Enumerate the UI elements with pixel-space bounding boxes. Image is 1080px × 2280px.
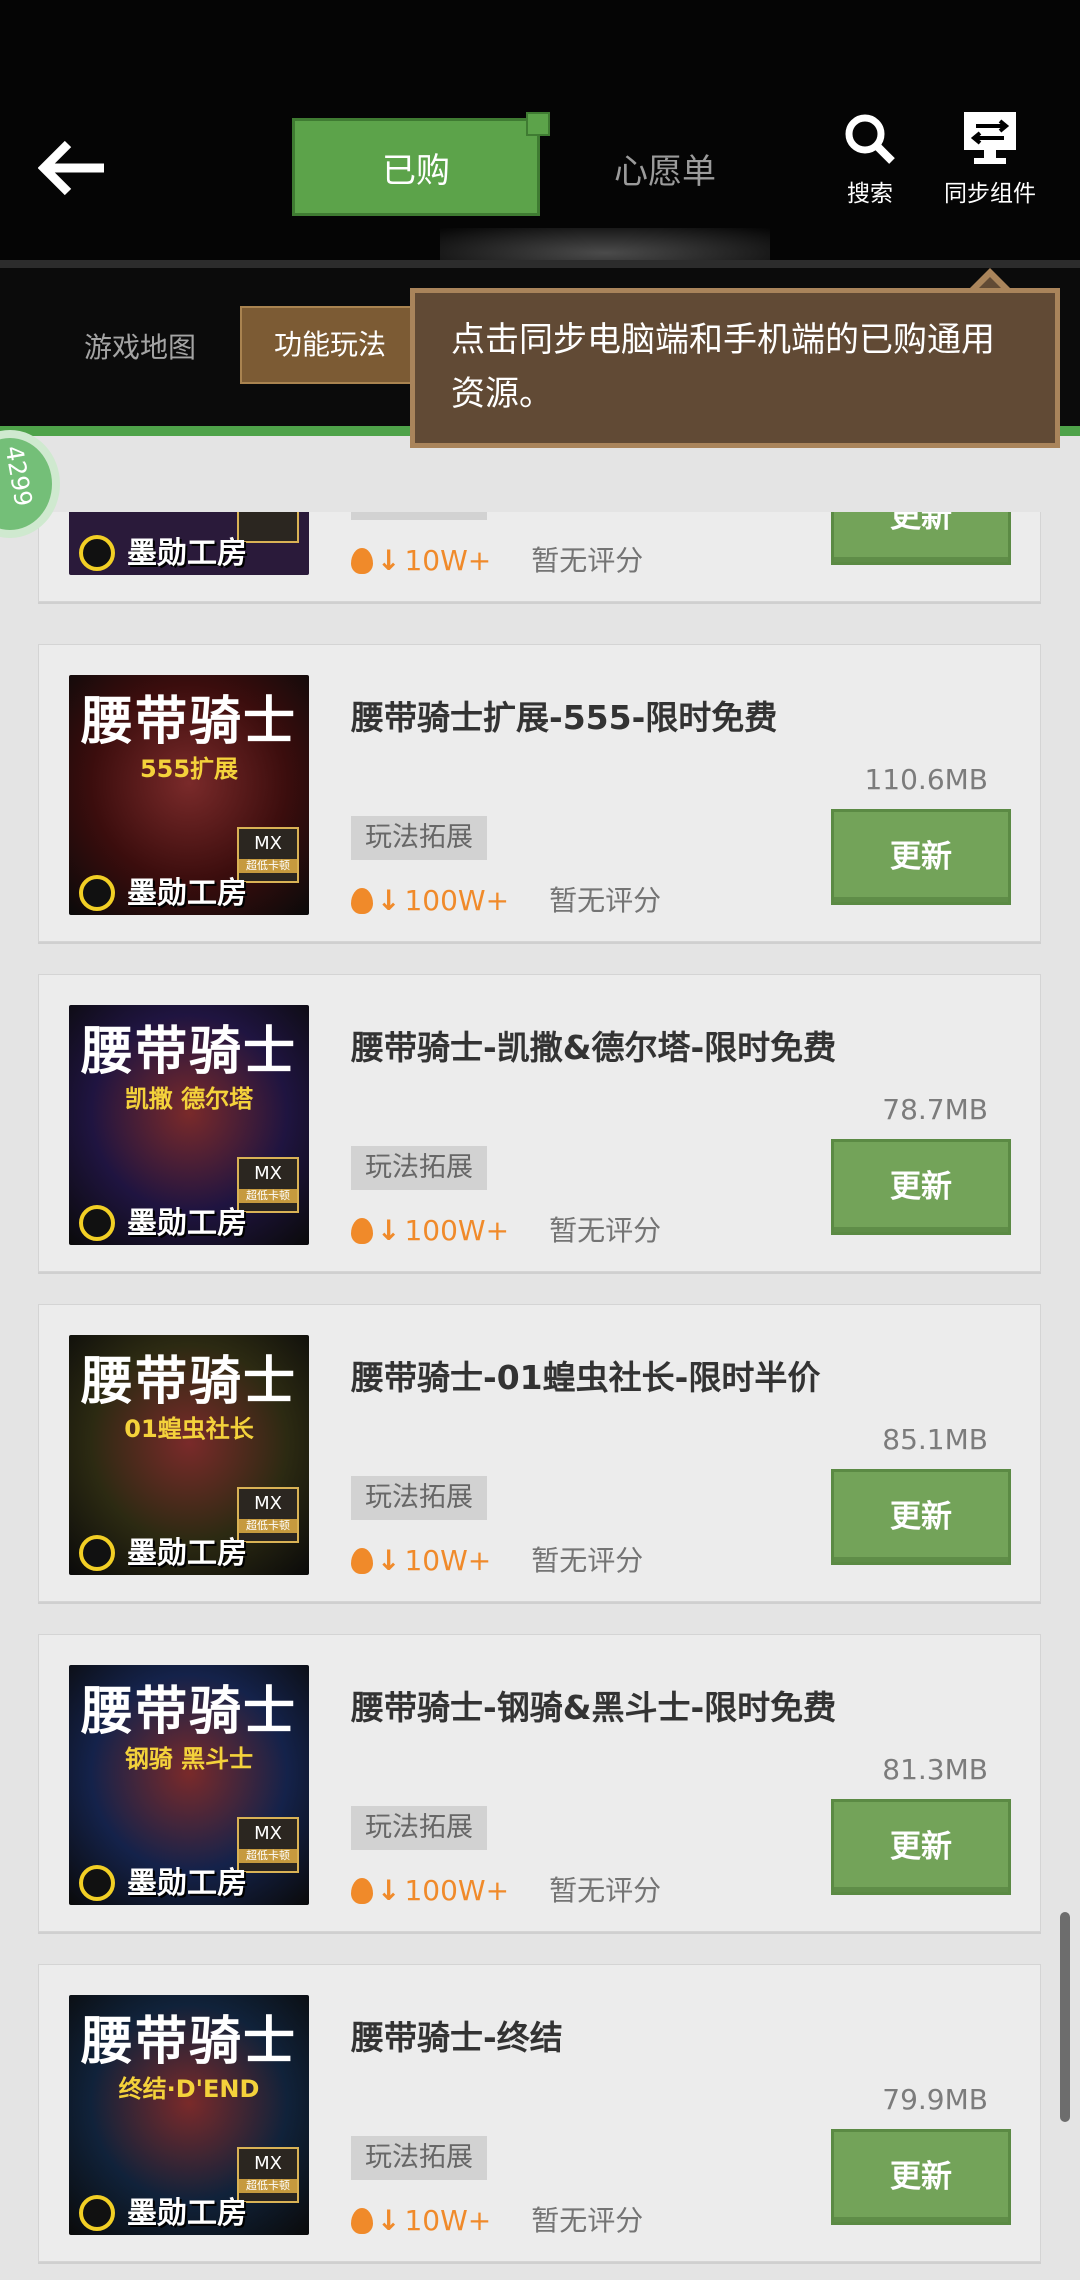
item-size: 85.1MB — [882, 1423, 988, 1456]
item-thumbnail: 腰带骑士 终结·D'END MX 超低卡顿 墨勋工房 — [69, 1995, 309, 2235]
purchased-list[interactable]: MX 墨勋工房 玩法拓展 ↓10W+暂无评分 更新 腰带骑士 555扩展 MX超… — [0, 512, 1080, 2280]
item-size: 78.7MB — [882, 1093, 988, 1126]
thumb-subtitle: 钢骑 黑斗士 — [124, 1745, 254, 1773]
item-thumbnail: 腰带骑士 凯撒 德尔塔 MX 超低卡顿 墨勋工房 — [69, 1005, 309, 1245]
item-title: 腰带骑士-终结 — [351, 2018, 563, 2057]
tooltip-line-2: 资源。 — [451, 374, 553, 414]
item-stats: ↓ 100W+ 暂无评分 — [351, 1211, 661, 1251]
item-downloads: 10W+ — [404, 1544, 492, 1577]
thumb-subtitle: 凯撒 德尔塔 — [124, 1085, 254, 1113]
scrollbar[interactable] — [1060, 1912, 1070, 2122]
item-rating: 暂无评分 — [531, 2204, 644, 2237]
item-tag: 玩法拓展 — [351, 816, 487, 860]
list-item[interactable]: 腰带骑士 凯撒 德尔塔 MX 超低卡顿 墨勋工房 腰带骑士-凯撒&德尔塔-限时免费… — [38, 974, 1041, 1272]
tab-corner-decoration — [526, 112, 550, 136]
item-stats: ↓ 10W+ 暂无评分 — [351, 2201, 643, 2241]
sync-label: 同步组件 — [944, 181, 1036, 207]
item-thumbnail: 腰带骑士 钢骑 黑斗士 MX 超低卡顿 墨勋工房 — [69, 1665, 309, 1905]
fire-icon — [351, 1878, 373, 1904]
update-button[interactable]: 更新 — [831, 2129, 1011, 2225]
fire-icon — [351, 2208, 373, 2234]
item-tag: 玩法拓展 — [351, 1146, 487, 1190]
item-title: 腰带骑士-钢骑&黑斗士-限时免费 — [351, 1688, 837, 1727]
thumb-title: 腰带骑士 — [80, 1682, 297, 1742]
tab-purchased[interactable]: 已购 — [292, 118, 540, 216]
list-item-partial[interactable]: MX 墨勋工房 玩法拓展 ↓10W+ 暂无评分 更新 — [38, 512, 1041, 602]
brand-logo: 墨勋工房 — [75, 1533, 275, 1575]
list-item[interactable]: 腰带骑士 钢骑 黑斗士 MX 超低卡顿 墨勋工房 腰带骑士-钢骑&黑斗士-限时免费… — [38, 1634, 1041, 1932]
list-item[interactable]: 腰带骑士 终结·D'END MX 超低卡顿 墨勋工房 腰带骑士-终结 79.9MB… — [38, 1964, 1041, 2262]
sync-monitor-icon — [964, 112, 1016, 164]
tooltip-line-1: 点击同步电脑端和手机端的已购通用 — [451, 320, 995, 360]
item-downloads: 100W+ — [404, 1214, 510, 1247]
tab-wishlist[interactable]: 心愿单 — [600, 138, 730, 198]
brand-logo: 墨勋工房 — [75, 1863, 275, 1905]
thumb-title: 腰带骑士 — [80, 2012, 297, 2072]
list-item[interactable]: 腰带骑士 01蝗虫社长 MX 超低卡顿 墨勋工房 腰带骑士-01蝗虫社长-限时半价… — [38, 1304, 1041, 1602]
search-button[interactable]: 搜索 — [805, 110, 935, 208]
thumb-subtitle: 01蝗虫社长 — [124, 1415, 254, 1443]
item-thumbnail: 腰带骑士 555扩展 MX 超低卡顿 墨勋工房 — [69, 675, 309, 915]
thumb-subtitle: 555扩展 — [139, 755, 239, 783]
item-thumbnail: 腰带骑士 01蝗虫社长 MX 超低卡顿 墨勋工房 — [69, 1335, 309, 1575]
item-stats: ↓ 10W+ 暂无评分 — [351, 1541, 643, 1581]
header-divider — [0, 260, 1080, 268]
fire-icon — [351, 1548, 373, 1574]
item-size: 81.3MB — [882, 1753, 988, 1786]
download-arrow-icon: ↓ — [377, 544, 401, 577]
update-button[interactable]: 更新 — [831, 512, 1011, 565]
thumb-title: 腰带骑士 — [80, 1352, 297, 1412]
item-size: 110.6MB — [864, 763, 988, 796]
filter-game-map[interactable]: 游戏地图 — [60, 325, 220, 370]
search-icon — [845, 114, 895, 164]
update-button[interactable]: 更新 — [831, 1469, 1011, 1565]
download-arrow-icon: ↓ — [377, 1874, 401, 1907]
download-arrow-icon: ↓ — [377, 1544, 401, 1577]
back-arrow-icon[interactable] — [38, 138, 108, 198]
item-title: 腰带骑士-01蝗虫社长-限时半价 — [351, 1358, 821, 1397]
filter-gameplay[interactable]: 功能玩法 — [240, 306, 420, 384]
item-rating: 暂无评分 — [549, 1214, 662, 1247]
fire-icon — [351, 888, 373, 914]
item-downloads: 100W+ — [404, 884, 510, 917]
fire-icon — [351, 1218, 373, 1244]
item-downloads: 10W+ — [404, 544, 492, 577]
floating-badge-label: 4299 — [0, 443, 38, 509]
item-tag: 玩法拓展 — [351, 1806, 487, 1850]
item-title: 腰带骑士扩展-555-限时免费 — [351, 698, 778, 737]
thumb-subtitle: 终结·D'END — [118, 2075, 260, 2103]
brand-logo: 墨勋工房 — [75, 873, 275, 915]
thumb-title: 腰带骑士 — [80, 1022, 297, 1082]
item-size: 79.9MB — [882, 2083, 988, 2116]
fire-icon — [351, 548, 373, 574]
sync-components-button[interactable]: 同步组件 — [925, 110, 1055, 208]
update-button[interactable]: 更新 — [831, 809, 1011, 905]
download-arrow-icon: ↓ — [377, 1214, 401, 1247]
sync-tooltip[interactable]: 点击同步电脑端和手机端的已购通用 资源。 — [410, 288, 1060, 448]
update-button[interactable]: 更新 — [831, 1799, 1011, 1895]
thumb-title: 腰带骑士 — [80, 692, 297, 752]
item-rating: 暂无评分 — [531, 1544, 644, 1577]
download-arrow-icon: ↓ — [377, 884, 401, 917]
search-label: 搜索 — [847, 181, 893, 207]
item-tag: 玩法拓展 — [351, 512, 487, 520]
brand-logo: 墨勋工房 — [75, 533, 275, 575]
item-downloads: 100W+ — [404, 1874, 510, 1907]
item-stats: ↓ 100W+ 暂无评分 — [351, 1871, 661, 1911]
item-tag: 玩法拓展 — [351, 2136, 487, 2180]
item-rating: 暂无评分 — [531, 544, 644, 577]
item-stats: ↓ 10W+ 暂无评分 — [351, 541, 643, 581]
item-rating: 暂无评分 — [549, 884, 662, 917]
item-stats: ↓ 100W+ 暂无评分 — [351, 881, 661, 921]
item-tag: 玩法拓展 — [351, 1476, 487, 1520]
item-downloads: 10W+ — [404, 2204, 492, 2237]
update-button[interactable]: 更新 — [831, 1139, 1011, 1235]
list-item[interactable]: 腰带骑士 555扩展 MX 超低卡顿 墨勋工房 腰带骑士扩展-555-限时免费 1… — [38, 644, 1041, 942]
download-arrow-icon: ↓ — [377, 2204, 401, 2237]
item-thumbnail: MX 墨勋工房 — [69, 512, 309, 575]
brand-logo: 墨勋工房 — [75, 2193, 275, 2235]
brand-logo: 墨勋工房 — [75, 1203, 275, 1245]
item-title: 腰带骑士-凯撒&德尔塔-限时免费 — [351, 1028, 837, 1067]
item-rating: 暂无评分 — [549, 1874, 662, 1907]
